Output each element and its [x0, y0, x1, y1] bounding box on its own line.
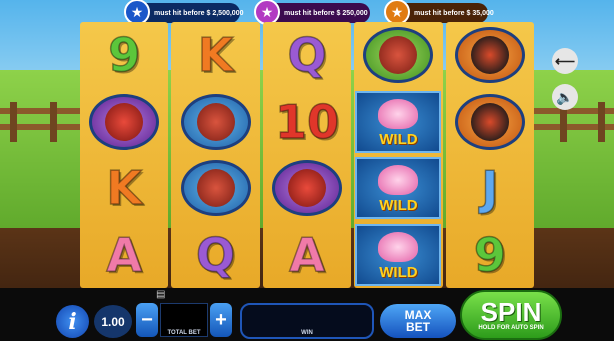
lotus-icon: [378, 231, 419, 262]
reel-cell: WILD: [354, 89, 442, 156]
increase-bet-button[interactable]: +: [210, 303, 232, 337]
reel-cell: WILD: [354, 155, 442, 222]
back-button[interactable]: ⟵: [552, 48, 578, 74]
decrease-bet-button[interactable]: −: [136, 303, 158, 337]
reel-cell: [446, 89, 534, 156]
wild-label: WILD: [379, 197, 418, 215]
win-label: WIN: [301, 330, 313, 336]
reel-cell: WILD: [354, 222, 442, 289]
symbol-letter: K: [197, 28, 234, 84]
reel-2: K Q: [171, 22, 260, 289]
lotus-icon: [378, 98, 419, 129]
symbol-letter: A: [106, 227, 143, 283]
jackpot-banner-orange: ★ must hit before $ 35,000: [384, 0, 494, 25]
reel-cell: [446, 22, 534, 89]
reel-cell: A: [263, 222, 351, 289]
spin-button[interactable]: SPIN HOLD FOR AUTO SPIN: [460, 290, 562, 340]
symbol-letter: Q: [287, 28, 328, 84]
reel-1: 9 K A: [80, 22, 169, 289]
ladybug-icon: [454, 27, 525, 84]
reel-cell: 9: [446, 222, 534, 289]
wild-symbol: WILD: [355, 157, 442, 220]
wild-label: WILD: [379, 130, 418, 148]
arrow-left-icon: ⟵: [554, 52, 576, 69]
reel-cell: [171, 89, 259, 156]
symbol-letter: 9: [473, 227, 507, 283]
symbol-letter: 10: [274, 94, 340, 150]
wild-symbol: WILD: [355, 90, 442, 153]
red-ant-icon: [272, 160, 343, 217]
symbol-letter: J: [481, 161, 500, 217]
max-bet-button[interactable]: MAX BET: [380, 304, 456, 338]
lotus-icon: [378, 165, 419, 196]
reel-cell: [171, 155, 259, 222]
reel-cell: [80, 89, 168, 156]
symbol-letter: K: [106, 161, 143, 217]
coin-value[interactable]: 1.00: [94, 305, 132, 338]
reel-cell: [263, 155, 351, 222]
jackpot-banner-purple: ★ must hit before $ 250,000: [254, 0, 370, 25]
sound-button[interactable]: 🔈: [552, 84, 578, 110]
red-ant-icon: [89, 93, 160, 150]
jackpot-text: must hit before $ 250,000: [284, 9, 368, 17]
jackpot-text: must hit before $ 35,000: [414, 9, 494, 17]
ant-icon: [180, 160, 251, 217]
reel-3: Q 10 A: [262, 22, 352, 289]
reel-grid: 9 K A K Q Q 10 A WILD WILD WILD J 9: [80, 22, 535, 289]
wild-label: WILD: [379, 263, 418, 281]
jackpot-text: must hit before $ 2,500,000: [154, 9, 244, 17]
reel-cell: 10: [263, 89, 351, 156]
reel-cell: Q: [263, 22, 351, 89]
reel-cell: 9: [80, 22, 168, 89]
auto-spin-hint: HOLD FOR AUTO SPIN: [478, 325, 544, 331]
symbol-letter: 9: [107, 28, 141, 84]
reel-4: WILD WILD WILD: [354, 22, 443, 289]
reel-cell: J: [446, 155, 534, 222]
speaker-icon: 🔈: [556, 88, 574, 105]
ant-icon: [180, 93, 251, 150]
reel-cell: Q: [171, 222, 259, 289]
total-bet-label: TOTAL BET: [167, 330, 201, 336]
ladybug-icon: [454, 93, 525, 150]
spin-label: SPIN: [480, 297, 542, 327]
reel-cell: A: [80, 222, 168, 289]
reel-cell: K: [171, 22, 259, 89]
jackpot-banner-blue: ★ must hit before $ 2,500,000: [124, 0, 244, 25]
symbol-letter: A: [288, 227, 325, 283]
history-icon[interactable]: ▤: [156, 289, 168, 301]
wild-symbol: WILD: [355, 223, 442, 286]
reel-cell: [354, 22, 442, 89]
reel-cell: K: [80, 155, 168, 222]
symbol-letter: Q: [195, 227, 236, 283]
max-bet-label-line2: BET: [406, 320, 430, 334]
ant-with-lollipop-icon: [363, 27, 434, 84]
reel-5: J 9: [445, 22, 535, 289]
info-button[interactable]: i: [56, 305, 89, 338]
